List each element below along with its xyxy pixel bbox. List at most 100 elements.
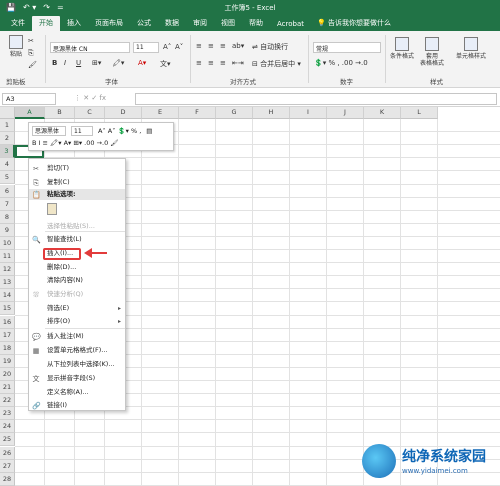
row-header-14[interactable]: 14 [0, 289, 15, 303]
column-header-g[interactable]: G [216, 107, 253, 119]
tab-view[interactable]: 视图 [214, 16, 242, 31]
italic-button[interactable]: I [64, 59, 66, 67]
merge-center-button[interactable]: ⊟ 合并后居中 ▾ [252, 59, 301, 69]
paste-button[interactable]: 粘贴 [3, 35, 29, 58]
tab-formulas[interactable]: 公式 [130, 16, 158, 31]
row-header-2[interactable]: 2 [0, 132, 15, 146]
row-header-12[interactable]: 12 [0, 263, 15, 277]
column-header-i[interactable]: I [290, 107, 327, 119]
row-header-17[interactable]: 17 [0, 328, 15, 342]
wrap-text-button[interactable]: ⇌ 自动换行 [252, 42, 288, 52]
mini-format-buttons[interactable]: A˄ A˅ 💲▾ % , [98, 127, 141, 135]
tab-review[interactable]: 审阅 [186, 16, 214, 31]
menu-item-format-cells[interactable]: ▦ 设置单元格格式(F)... [29, 345, 125, 356]
name-box[interactable]: A3 [2, 93, 56, 105]
formula-icons[interactable]: ⋮ ✕ ✓ fx [74, 94, 106, 102]
column-header-j[interactable]: J [327, 107, 364, 119]
row-header-18[interactable]: 18 [0, 341, 15, 355]
menu-item-smart-lookup[interactable]: 🔍 智能查找(L) [29, 234, 125, 245]
tab-help[interactable]: 帮助 [242, 16, 270, 31]
menu-item-paste-icon-row[interactable] [29, 201, 125, 217]
row-header-26[interactable]: 26 [0, 446, 15, 460]
align-center-icon[interactable]: ≡ [208, 59, 214, 67]
cell-style-button[interactable]: 单元格样式 [453, 37, 489, 60]
row-header-13[interactable]: 13 [0, 276, 15, 290]
row-header-25[interactable]: 25 [0, 433, 15, 447]
conditional-format-button[interactable]: 条件格式 [389, 37, 415, 60]
menu-item-link[interactable]: 🔗 链接(I) [29, 400, 125, 411]
row-header-15[interactable]: 15 [0, 302, 15, 316]
column-header-a[interactable]: A [15, 107, 45, 119]
row-header-22[interactable]: 22 [0, 394, 15, 408]
mini-format-painter-icon[interactable]: ▤ [146, 127, 152, 135]
row-header-10[interactable]: 10 [0, 236, 15, 250]
font-color-icon[interactable]: A▾ [138, 59, 146, 67]
menu-item-sort[interactable]: 排序(O) ▸ [29, 316, 125, 327]
row-header-7[interactable]: 7 [0, 197, 15, 211]
menu-item-pick-from-dropdown[interactable]: 从下拉列表中选择(K)... [29, 359, 125, 370]
menu-item-clear-contents[interactable]: 清除内容(N) [29, 275, 125, 286]
format-as-table-button[interactable]: 套用 表格格式 [419, 37, 445, 67]
row-header-5[interactable]: 5 [0, 171, 15, 185]
column-header-d[interactable]: D [105, 107, 142, 119]
row-header-19[interactable]: 19 [0, 354, 15, 368]
mini-style-buttons[interactable]: B I ≡ 🖍▾ A▾ ⊞▾ .00 →.0 🖌 [32, 139, 119, 147]
number-format-select[interactable]: 常规 [313, 42, 381, 53]
row-header-1[interactable]: 1 [0, 119, 15, 133]
row-header-9[interactable]: 9 [0, 223, 15, 237]
copy-icon[interactable]: ⎘ [28, 49, 34, 58]
format-painter-icon[interactable]: 🖌 [28, 61, 37, 69]
row-header-21[interactable]: 21 [0, 381, 15, 395]
tell-me-search[interactable]: 💡 告诉我你想要做什么 [311, 16, 397, 31]
mini-font-name[interactable]: 思源黑体 [32, 126, 66, 136]
row-header-28[interactable]: 28 [0, 472, 15, 486]
tab-home[interactable]: 开始 [32, 16, 60, 31]
border-icon[interactable]: ⊞▾ [92, 59, 101, 67]
column-header-b[interactable]: B [45, 107, 75, 119]
tab-file[interactable]: 文件 [4, 16, 32, 31]
align-bottom-icon[interactable]: ≡ [220, 42, 226, 50]
row-header-20[interactable]: 20 [0, 367, 15, 381]
font-name-select[interactable]: 思源黑体 CN [50, 42, 130, 53]
grow-font-icon[interactable]: A˄ [163, 43, 171, 51]
tab-acrobat[interactable]: Acrobat [270, 18, 311, 31]
menu-item-insert-comment[interactable]: 💬 插入批注(M) [29, 331, 125, 342]
align-left-icon[interactable]: ≡ [196, 59, 202, 67]
tab-data[interactable]: 数据 [158, 16, 186, 31]
column-header-h[interactable]: H [253, 107, 290, 119]
tab-page-layout[interactable]: 页面布局 [88, 16, 130, 31]
row-header-23[interactable]: 23 [0, 407, 15, 421]
column-header-l[interactable]: L [401, 107, 438, 119]
menu-item-filter[interactable]: 筛选(E) ▸ [29, 303, 125, 314]
menu-item-copy[interactable]: ⎘ 复制(C) [29, 177, 125, 188]
menu-item-show-phonetic[interactable]: 文显示拼音字段(S) [29, 373, 125, 384]
fill-color-icon[interactable]: 🖍▾ [112, 59, 124, 67]
column-header-k[interactable]: K [364, 107, 401, 119]
menu-item-cut[interactable]: ✂ 剪切(T) [29, 163, 125, 174]
accounting-format-icon[interactable]: 💲▾ % , .00 →.0 [314, 59, 368, 67]
shrink-font-icon[interactable]: A˅ [175, 43, 183, 51]
column-header-c[interactable]: C [75, 107, 105, 119]
formula-input[interactable] [135, 93, 497, 105]
cut-icon[interactable]: ✂ [28, 37, 34, 45]
paste-clipboard-icon[interactable] [47, 203, 57, 215]
tab-insert[interactable]: 插入 [60, 16, 88, 31]
align-top-icon[interactable]: ≡ [196, 42, 202, 50]
align-right-icon[interactable]: ≡ [220, 59, 226, 67]
align-middle-icon[interactable]: ≡ [208, 42, 214, 50]
row-header-24[interactable]: 24 [0, 420, 15, 434]
row-header-27[interactable]: 27 [0, 459, 15, 473]
phonetic-icon[interactable]: 文▾ [160, 59, 171, 69]
row-header-3[interactable]: 3 [0, 145, 15, 159]
menu-item-delete[interactable]: 删除(D)... [29, 262, 125, 273]
menu-item-define-name[interactable]: 定义名称(A)... [29, 387, 125, 398]
column-header-f[interactable]: F [179, 107, 216, 119]
row-header-11[interactable]: 11 [0, 250, 15, 264]
column-header-e[interactable]: E [142, 107, 179, 119]
orientation-icon[interactable]: ab▾ [232, 42, 244, 50]
row-header-16[interactable]: 16 [0, 315, 15, 329]
menu-item-paste-options[interactable]: 📋 粘贴选项: [29, 189, 125, 200]
underline-button[interactable]: U [76, 59, 81, 67]
row-header-6[interactable]: 6 [0, 184, 15, 198]
select-all-corner[interactable] [0, 107, 15, 119]
